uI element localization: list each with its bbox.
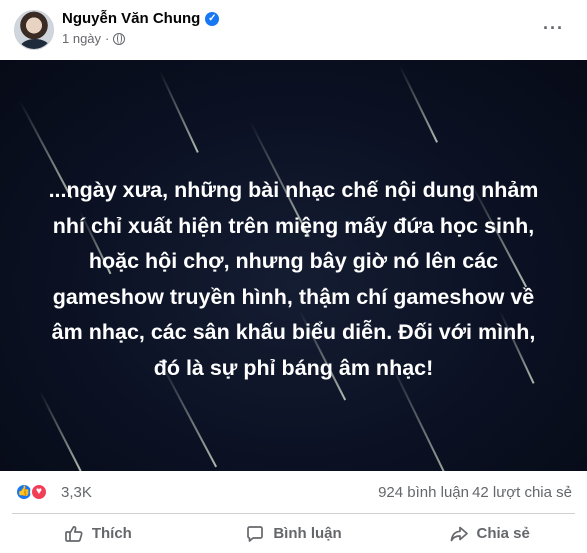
author-row: Nguyễn Văn Chung ✓ <box>62 10 220 27</box>
post-meta: 1 ngày · <box>62 31 126 46</box>
more-options-icon[interactable]: ··· <box>543 18 564 39</box>
globe-icon[interactable] <box>113 32 126 45</box>
action-bar: Thích Bình luận Chia sẻ <box>0 514 587 553</box>
share-button[interactable]: Chia sẻ <box>391 514 587 553</box>
avatar[interactable] <box>14 10 54 50</box>
share-icon <box>450 526 468 541</box>
share-count[interactable]: 42 lượt chia sẻ <box>472 484 572 501</box>
verified-badge-icon: ✓ <box>205 11 220 26</box>
comment-button[interactable]: Bình luận <box>196 514 392 553</box>
thumbs-up-icon <box>64 525 83 542</box>
comment-label: Bình luận <box>273 525 342 542</box>
author-name[interactable]: Nguyễn Văn Chung <box>62 10 200 27</box>
reaction-count[interactable]: 3,3K <box>61 484 92 501</box>
post-time[interactable]: 1 ngày <box>62 31 101 46</box>
post-text: ...ngày xưa, những bài nhạc chế nội dung… <box>48 178 539 380</box>
post-image[interactable]: ...ngày xưa, những bài nhạc chế nội dung… <box>0 60 587 471</box>
like-button[interactable]: Thích <box>0 514 196 553</box>
comment-icon <box>247 525 264 542</box>
comment-count[interactable]: 924 bình luận <box>378 484 469 501</box>
post-header: Nguyễn Văn Chung ✓ 1 ngày · ··· <box>0 0 587 60</box>
like-label: Thích <box>91 525 132 542</box>
share-label: Chia sẻ <box>476 525 530 542</box>
love-icon: ♥ <box>30 483 48 501</box>
reaction-icons[interactable]: 👍 ♥ <box>15 483 48 501</box>
post-stats: 👍 ♥ 3,3K 924 bình luận 42 lượt chia sẻ <box>0 471 587 513</box>
